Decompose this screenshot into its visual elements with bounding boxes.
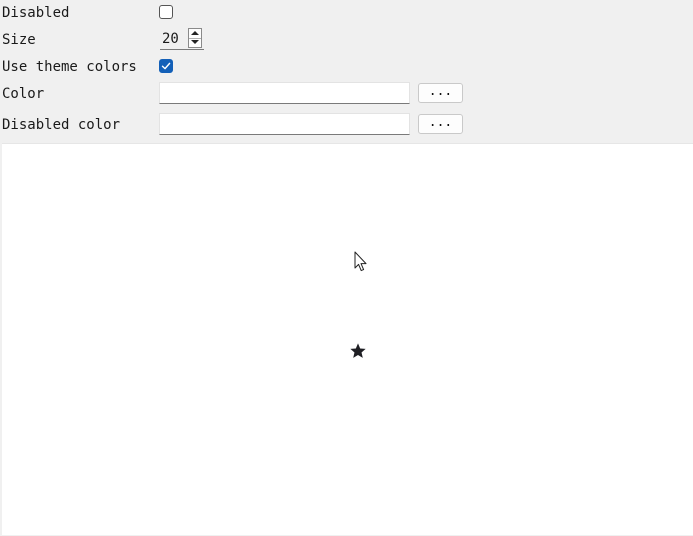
star-icon[interactable] — [349, 342, 367, 360]
size-label: Size — [2, 32, 36, 48]
disabled-label: Disabled — [2, 5, 70, 21]
icon-preview-area — [2, 143, 693, 535]
size-value[interactable]: 20 — [162, 31, 179, 47]
use-theme-colors-checkbox[interactable] — [159, 59, 173, 73]
size-spinbox[interactable]: 20 — [160, 28, 204, 50]
disabled-checkbox[interactable] — [159, 5, 173, 19]
disabled-color-label: Disabled color — [2, 117, 121, 133]
size-spin-buttons — [188, 28, 202, 48]
color-input[interactable] — [159, 82, 410, 104]
spin-down-arrow-icon[interactable] — [189, 38, 201, 47]
checkmark-icon — [161, 62, 171, 70]
color-label: Color — [2, 86, 45, 102]
use-theme-colors-label: Use theme colors — [2, 59, 137, 75]
mouse-pointer-icon — [354, 251, 367, 272]
disabled-color-picker-button[interactable]: ... — [418, 114, 463, 134]
disabled-color-input[interactable] — [159, 113, 410, 135]
color-picker-button[interactable]: ... — [418, 83, 463, 103]
